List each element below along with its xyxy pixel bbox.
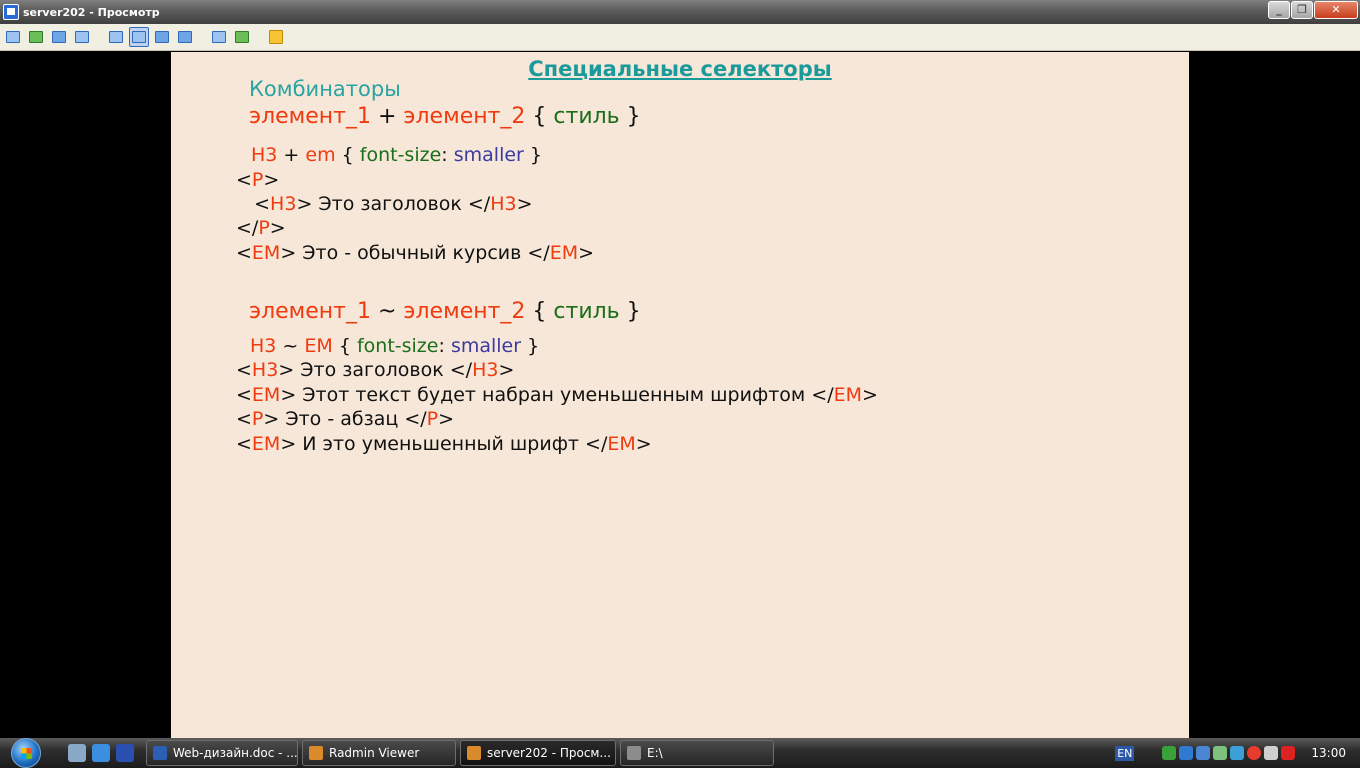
app-icon	[3, 4, 19, 20]
network-icon[interactable]	[1162, 746, 1177, 760]
taskbar: Web-дизайн.doc - ... Radmin Viewer serve…	[0, 738, 1360, 768]
rule1-syntax: элемент_1 + элемент_2 { стиль }	[249, 104, 641, 129]
restore-button[interactable]: ❐	[1291, 1, 1313, 19]
window-title: server202 - Просмотр	[23, 5, 160, 19]
ex1-line-3: </P>	[236, 217, 286, 239]
system-tray: EN 13:00	[1115, 738, 1360, 768]
quick-launch	[68, 744, 134, 762]
ex2-line-1: <H3> Это заголовок </H3>	[236, 359, 515, 381]
text-chat-icon[interactable]	[72, 27, 92, 47]
ex2-line-4: <EM> И это уменьшенный шрифт </EM>	[236, 433, 652, 455]
media-player-icon[interactable]	[116, 744, 134, 762]
antivirus-icon[interactable]	[1247, 746, 1262, 760]
slide-subtitle: Комбинаторы	[249, 77, 401, 101]
connect-icon[interactable]	[3, 27, 23, 47]
connection-icon[interactable]	[1230, 746, 1245, 760]
ex2-line-3: <P> Это - абзац </P>	[236, 408, 455, 430]
task-web-doc[interactable]: Web-дизайн.doc - ...	[146, 740, 298, 766]
start-button[interactable]	[0, 738, 52, 768]
viewer-toolbar	[0, 24, 1360, 51]
ex1-line-1: <P>	[236, 169, 280, 191]
ex1-line-4: <EM> Это - обычный курсив </EM>	[236, 242, 595, 264]
monitor-icon[interactable]	[1196, 746, 1211, 760]
clock[interactable]: 13:00	[1311, 746, 1346, 760]
transfer-icon[interactable]	[26, 27, 46, 47]
window-titlebar: server202 - Просмотр _ ❐ ✕	[0, 0, 1360, 24]
rule2-syntax: элемент_1 ~ элемент_2 { стиль }	[249, 299, 641, 324]
internet-explorer-icon[interactable]	[92, 744, 110, 762]
rule1-el1: элемент_1	[249, 104, 371, 129]
safely-remove-icon[interactable]	[1213, 746, 1228, 760]
task-radmin-viewer[interactable]: Radmin Viewer	[302, 740, 456, 766]
language-indicator[interactable]: EN	[1115, 745, 1135, 761]
minimize-button[interactable]: _	[1268, 1, 1290, 19]
radmin-icon	[309, 746, 323, 760]
snapshot-icon[interactable]	[209, 27, 229, 47]
ex1-selector: H3 + em { font-size: smaller }	[251, 144, 542, 166]
task-drive-e[interactable]: E:\	[620, 740, 774, 766]
task-server202[interactable]: server202 - Просм...	[460, 740, 616, 766]
fullscreen-icon[interactable]	[152, 27, 172, 47]
settings-icon[interactable]	[232, 27, 252, 47]
display-icon[interactable]	[1179, 746, 1194, 760]
ex1-line-2: <H3> Это заголовок </H3>	[236, 193, 533, 215]
refresh-icon[interactable]	[175, 27, 195, 47]
close-button[interactable]: ✕	[1314, 1, 1358, 19]
show-desktop-icon[interactable]	[68, 744, 86, 762]
remote-screen[interactable]: Специальные селекторы Комбинаторы элемен…	[0, 52, 1360, 738]
volume-icon[interactable]	[1264, 746, 1279, 760]
drive-icon	[627, 746, 641, 760]
voice-chat-icon[interactable]	[49, 27, 69, 47]
viewer-window-icon	[467, 746, 481, 760]
disconnect-icon[interactable]	[266, 27, 286, 47]
presentation-slide: Специальные селекторы Комбинаторы элемен…	[171, 52, 1189, 738]
ex2-selector: H3 ~ EM { font-size: smaller }	[250, 335, 540, 357]
ex2-line-2: <EM> Этот текст будет набран уменьшенным…	[236, 384, 878, 406]
window-mode-icon[interactable]	[106, 27, 126, 47]
window-buttons: _ ❐ ✕	[1268, 1, 1358, 19]
fullscreen-stretch-icon[interactable]	[129, 27, 149, 47]
windows-logo-icon	[11, 738, 41, 768]
security-shield-icon[interactable]	[1281, 746, 1296, 760]
word-doc-icon	[153, 746, 167, 760]
